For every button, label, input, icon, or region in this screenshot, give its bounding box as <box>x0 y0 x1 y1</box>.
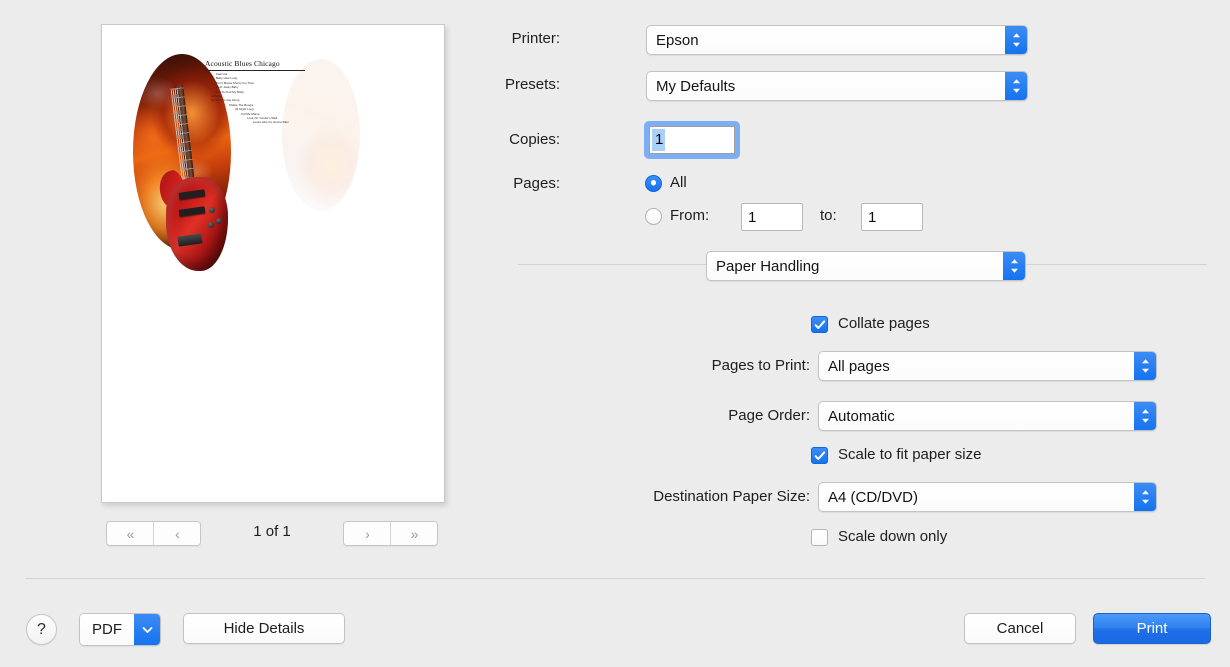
printer-popup-value: Epson <box>656 31 699 49</box>
printer-stepper-icon[interactable] <box>1005 26 1027 54</box>
destination-paper-size-popup-button[interactable]: A4 (CD/DVD) <box>818 482 1157 512</box>
pane-separator-left <box>518 264 706 265</box>
preview-page-navigation: « ‹ 1 of 1 › » <box>101 521 443 546</box>
destination-paper-size-popup-value: A4 (CD/DVD) <box>828 488 919 506</box>
album-track-list: Fast Life Baby How Long Don't Mama Short… <box>211 72 356 125</box>
copies-label: Copies: <box>509 131 560 148</box>
pages-all-radio[interactable] <box>645 175 662 192</box>
presets-label: Presets: <box>504 76 560 93</box>
last-page-button[interactable]: » <box>390 522 437 545</box>
next-page-button[interactable]: › <box>344 522 390 545</box>
guitar-knob-tone <box>216 218 222 224</box>
printer-label: Printer: <box>511 30 560 47</box>
printer-popup-button[interactable]: Epson <box>646 25 1028 55</box>
pages-label: Pages: <box>513 175 560 192</box>
page-order-stepper-icon[interactable] <box>1134 402 1156 430</box>
pages-from-label: From: <box>670 207 710 224</box>
copies-input-value: 1 <box>652 129 666 151</box>
pages-to-label: to: <box>820 207 837 224</box>
help-button[interactable]: ? <box>26 614 57 645</box>
pages-to-print-label: Pages to Print: <box>711 357 810 374</box>
pdf-menu-label: PDF <box>80 614 134 645</box>
print-pane-stepper-icon[interactable] <box>1003 252 1025 280</box>
cancel-button[interactable]: Cancel <box>964 613 1076 644</box>
page-order-label: Page Order: <box>728 407 810 424</box>
pages-to-print-popup-button[interactable]: All pages <box>818 351 1157 381</box>
pdf-menu-button[interactable]: PDF <box>79 613 161 646</box>
pages-to-print-popup-value: All pages <box>828 357 890 375</box>
hide-details-button[interactable]: Hide Details <box>183 613 345 644</box>
guitar-knob-balance <box>208 222 214 228</box>
chevron-down-icon[interactable] <box>134 614 160 645</box>
preview-nav-next-group: › » <box>343 521 438 546</box>
pages-to-input[interactable]: 1 <box>861 203 923 231</box>
print-preview-page: Acoustic Blues Chicago Fast Life Baby Ho… <box>101 24 445 503</box>
scale-down-only-checkbox[interactable] <box>811 529 828 546</box>
footer-separator <box>25 578 1205 579</box>
pages-from-input[interactable]: 1 <box>741 203 803 231</box>
destination-paper-size-stepper-icon[interactable] <box>1134 483 1156 511</box>
print-preview-pane: Acoustic Blues Chicago Fast Life Baby Ho… <box>0 0 512 578</box>
pages-range-radio[interactable] <box>645 208 662 225</box>
presets-popup-button[interactable]: My Defaults <box>646 71 1028 101</box>
print-pane-popup-value: Paper Handling <box>716 257 820 275</box>
pages-to-print-stepper-icon[interactable] <box>1134 352 1156 380</box>
collate-pages-label: Collate pages <box>838 315 930 332</box>
page-order-popup-button[interactable]: Automatic <box>818 401 1157 431</box>
collate-pages-checkbox[interactable] <box>811 316 828 333</box>
scale-to-fit-label: Scale to fit paper size <box>838 446 982 463</box>
destination-paper-size-label: Destination Paper Size: <box>653 488 810 505</box>
print-pane-popup-button[interactable]: Paper Handling <box>706 251 1026 281</box>
presets-popup-value: My Defaults <box>656 77 736 95</box>
print-button[interactable]: Print <box>1093 613 1211 644</box>
presets-stepper-icon[interactable] <box>1005 72 1027 100</box>
guitar-knob-volume <box>209 207 215 213</box>
scale-down-only-label: Scale down only <box>838 528 948 545</box>
copies-input-focus-ring: 1 <box>644 121 740 159</box>
track-item: Looks Like It's Gonna Rain <box>253 120 289 125</box>
page-order-popup-value: Automatic <box>828 407 895 425</box>
album-title: Acoustic Blues Chicago <box>205 59 305 71</box>
scale-to-fit-checkbox[interactable] <box>811 447 828 464</box>
pane-separator-right <box>1025 264 1207 265</box>
copies-input[interactable]: 1 <box>649 126 735 154</box>
pages-all-label: All <box>670 174 687 191</box>
